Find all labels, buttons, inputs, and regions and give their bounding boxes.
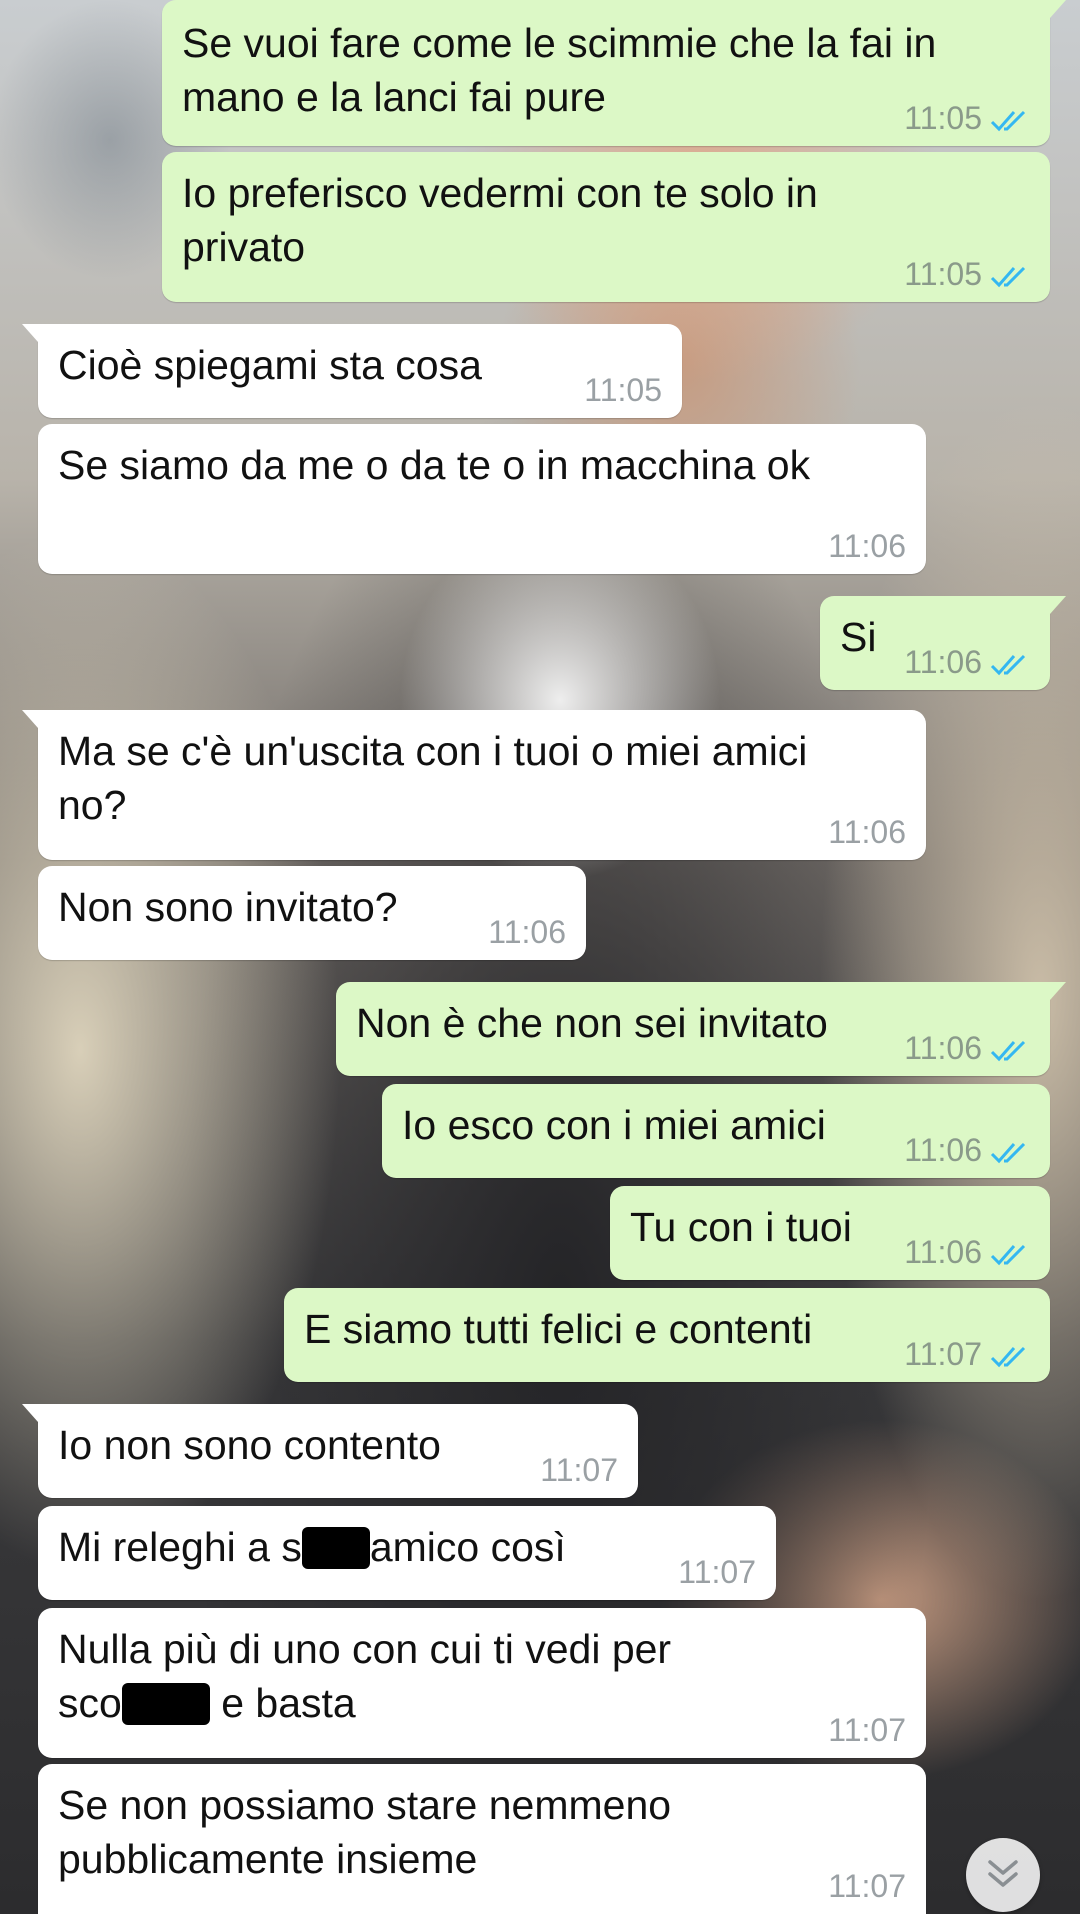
message-text-line: Cioè spiegami sta cosa xyxy=(58,342,482,388)
scroll-to-bottom-button[interactable] xyxy=(966,1838,1040,1912)
message-text-line: Nulla più di uno con cui ti vedi per xyxy=(58,1626,672,1672)
message-text-line: Ma se c'è un'uscita con i tuoi o miei am… xyxy=(58,728,808,774)
message-meta: 11:06 xyxy=(828,528,906,564)
read-ticks-icon xyxy=(990,266,1026,288)
message-time: 11:07 xyxy=(828,1868,906,1904)
message-text-before-redaction: sco xyxy=(58,1680,122,1726)
message-time: 11:07 xyxy=(828,1712,906,1748)
message-bubble-incoming[interactable]: Mi releghi a s amico così 11:07 xyxy=(38,1506,776,1600)
message-time: 11:06 xyxy=(904,1234,982,1270)
message-bubble-outgoing[interactable]: E siamo tutti felici e contenti 11:07 xyxy=(284,1288,1050,1382)
message-text-after-redaction: e basta xyxy=(209,1680,356,1726)
message-meta: 11:06 xyxy=(904,1030,1030,1066)
message-meta: 11:06 xyxy=(828,814,906,850)
message-time: 11:05 xyxy=(904,100,982,136)
message-time: 11:06 xyxy=(488,914,566,950)
message-time: 11:07 xyxy=(678,1554,756,1590)
message-meta: 11:06 xyxy=(904,1132,1030,1168)
message-bubble-outgoing[interactable]: Io preferisco vedermi con te solo in pri… xyxy=(162,152,1050,302)
redaction-block xyxy=(301,1527,370,1569)
message-bubble-outgoing[interactable]: Io esco con i miei amici 11:06 xyxy=(382,1084,1050,1178)
message-meta: 11:06 xyxy=(904,644,1030,680)
message-bubble-incoming[interactable]: Ma se c'è un'uscita con i tuoi o miei am… xyxy=(22,710,926,860)
read-ticks-icon xyxy=(990,1142,1026,1164)
message-time: 11:05 xyxy=(904,256,982,292)
message-bubble-incoming[interactable]: Se non possiamo stare nemmeno pubblicame… xyxy=(38,1764,926,1914)
message-bubble-outgoing[interactable]: Si 11:06 xyxy=(820,596,1066,690)
message-text-line: Se vuoi fare come le scimmie che la fai … xyxy=(182,20,937,66)
message-bubble-incoming[interactable]: Non sono invitato? 11:06 xyxy=(38,866,586,960)
read-ticks-icon xyxy=(990,654,1026,676)
message-time: 11:06 xyxy=(904,1030,982,1066)
message-time: 11:07 xyxy=(904,1336,982,1372)
read-ticks-icon xyxy=(990,1346,1026,1368)
message-text-before-redaction: Mi releghi a s xyxy=(58,1524,302,1570)
message-time: 11:06 xyxy=(828,814,906,850)
message-meta: 11:07 xyxy=(678,1554,756,1590)
message-bubble-incoming[interactable]: Se siamo da me o da te o in macchina ok … xyxy=(38,424,926,574)
message-time: 11:05 xyxy=(584,372,662,408)
message-text-line: Mi releghi a s amico così xyxy=(58,1520,756,1574)
message-text-line: mano e la lanci fai pure xyxy=(182,74,606,120)
message-bubble-incoming[interactable]: Cioè spiegami sta cosa 11:05 xyxy=(22,324,682,418)
message-list[interactable]: Se vuoi fare come le scimmie che la fai … xyxy=(0,0,1080,1914)
message-meta: 11:05 xyxy=(904,100,1030,136)
message-time: 11:07 xyxy=(540,1452,618,1488)
message-bubble-incoming[interactable]: Io non sono contento 11:07 xyxy=(22,1404,638,1498)
message-bubble-outgoing[interactable]: Se vuoi fare come le scimmie che la fai … xyxy=(162,0,1066,146)
message-text-line: Se siamo da me o da te o in macchina ok xyxy=(58,442,811,488)
read-ticks-icon xyxy=(990,1244,1026,1266)
message-meta: 11:05 xyxy=(584,372,662,408)
message-text-after-redaction: amico così xyxy=(369,1524,566,1570)
double-chevron-down-icon xyxy=(988,1860,1018,1887)
message-text-line: no? xyxy=(58,782,127,828)
message-text-line: sco e basta xyxy=(58,1676,906,1730)
read-ticks-icon xyxy=(990,110,1026,132)
message-meta: 11:06 xyxy=(488,914,566,950)
message-meta: 11:06 xyxy=(904,1234,1030,1270)
message-bubble-incoming[interactable]: Nulla più di uno con cui ti vedi per sco… xyxy=(38,1608,926,1758)
message-meta: 11:07 xyxy=(828,1868,906,1904)
message-meta: 11:07 xyxy=(904,1336,1030,1372)
message-time: 11:06 xyxy=(904,1132,982,1168)
message-meta: 11:07 xyxy=(828,1712,906,1748)
message-time: 11:06 xyxy=(828,528,906,564)
read-ticks-icon xyxy=(990,1040,1026,1062)
message-time: 11:06 xyxy=(904,644,982,680)
message-text-line: Io non sono contento xyxy=(58,1422,441,1468)
message-meta: 11:07 xyxy=(540,1452,618,1488)
message-text-line: privato xyxy=(182,224,306,270)
message-meta: 11:05 xyxy=(904,256,1030,292)
message-bubble-outgoing[interactable]: Tu con i tuoi 11:06 xyxy=(610,1186,1050,1280)
redaction-block xyxy=(121,1683,210,1725)
message-text-line: Se non possiamo stare nemmeno xyxy=(58,1782,672,1828)
message-bubble-outgoing[interactable]: Non è che non sei invitato 11:06 xyxy=(336,982,1066,1076)
message-text-line: Io preferisco vedermi con te solo in xyxy=(182,170,818,216)
message-text-line: pubblicamente insieme xyxy=(58,1836,478,1882)
